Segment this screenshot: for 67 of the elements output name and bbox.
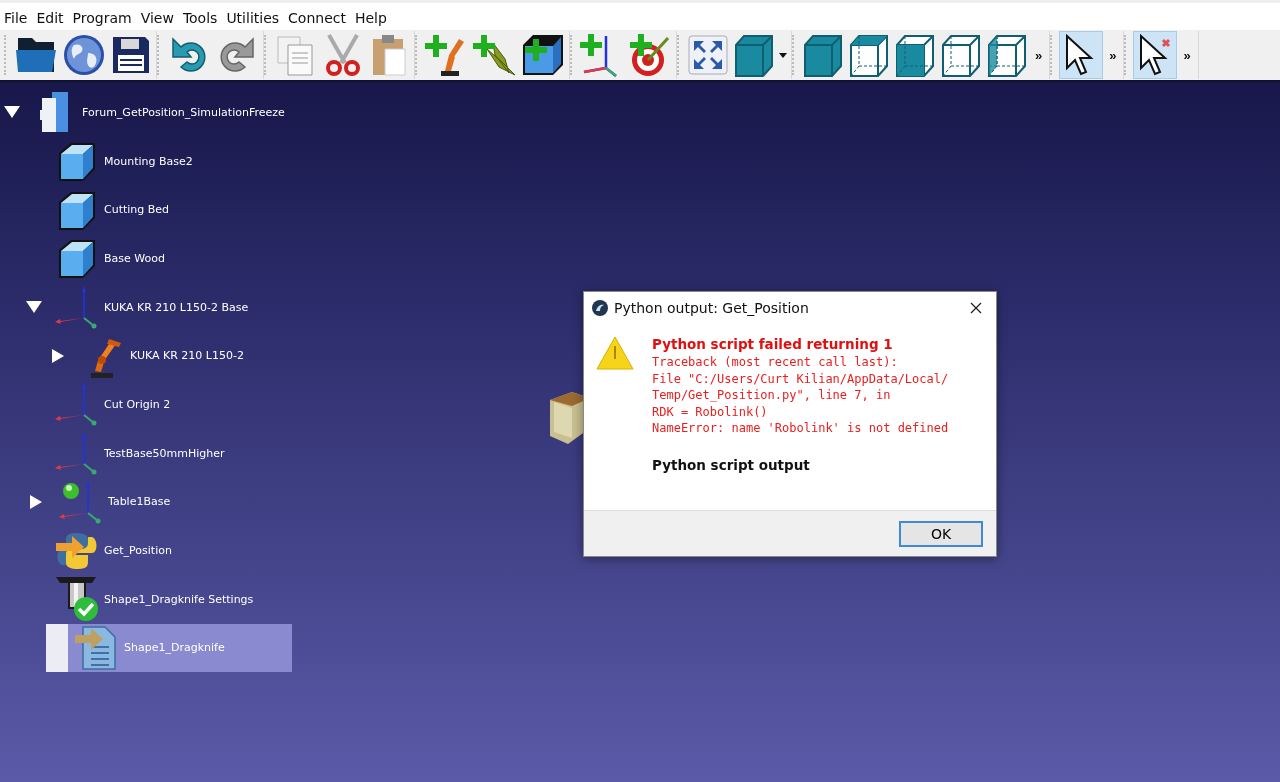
tree-item[interactable]: Table1Base xyxy=(22,477,292,527)
gripper-plus-icon xyxy=(473,33,517,77)
more-button[interactable]: » xyxy=(1105,47,1121,63)
output-heading: Python script output xyxy=(652,456,811,473)
tree-item-label: Table1Base xyxy=(108,495,171,509)
tree-item-label: Mounting Base2 xyxy=(104,154,193,168)
menu-item[interactable]: File xyxy=(4,10,36,26)
traceback-line: NameError: name 'Robolink' is not defined xyxy=(652,420,949,437)
expand-arrow-icon[interactable] xyxy=(30,494,42,509)
tree-item[interactable]: Cut Origin 2 xyxy=(22,380,292,429)
tree-item-label: TestBase50mmHigher xyxy=(104,446,225,460)
target-plus-icon xyxy=(628,32,672,78)
wireframe-cube-icon xyxy=(940,33,982,77)
wireframe-cube-icon xyxy=(894,33,936,77)
menu-item[interactable]: Edit xyxy=(36,10,72,26)
app-logo-icon xyxy=(592,300,608,316)
error-heading: Python script failed returning 1 xyxy=(652,336,894,352)
tree-item[interactable]: Base Wood xyxy=(22,234,292,283)
ok-button[interactable]: OK xyxy=(899,520,983,547)
tree-item[interactable]: Get_Position xyxy=(22,526,292,575)
wireframe-cube-icon xyxy=(848,33,890,77)
scissors-icon xyxy=(323,33,363,77)
tree-item-label: KUKA KR 210 L150-2 Base xyxy=(104,300,249,314)
menu-item[interactable]: Connect xyxy=(288,10,354,26)
collapse-arrow-icon[interactable] xyxy=(4,106,20,119)
tree-item-label: KUKA KR 210 L150-2 xyxy=(130,349,244,363)
tree-item-label: Cutting Bed xyxy=(104,203,170,217)
traceback-line: Traceback (most recent call last): xyxy=(652,354,899,371)
tool-check-icon xyxy=(54,575,100,624)
program-icon xyxy=(75,624,119,671)
dropdown-caret-icon xyxy=(779,52,787,58)
tree-item[interactable]: Forum_GetPosition_SimulationFreeze xyxy=(0,88,285,137)
tree-item-label: Shape1_Dragknife Settings xyxy=(104,592,254,606)
collapse-arrow-icon[interactable] xyxy=(26,301,42,314)
menu-item[interactable]: Utilities xyxy=(226,10,288,26)
tree-item[interactable]: KUKA KR 210 L150-2 xyxy=(44,331,314,381)
traceback-line: File "C:/Users/Curt Kilian/AppData/Local/ xyxy=(652,370,949,387)
warning-icon xyxy=(596,336,634,370)
wireframe-cube-icon xyxy=(986,33,1028,77)
tree-item[interactable]: Shape1_Dragknife Settings xyxy=(22,574,292,624)
dialog-title: Python output: Get_Position xyxy=(614,300,809,316)
close-icon[interactable] xyxy=(970,302,982,314)
menu-item[interactable]: Tools xyxy=(182,10,226,26)
tree-item-label: Get_Position xyxy=(104,544,172,558)
menu-item[interactable]: Program xyxy=(72,10,140,26)
globe-icon xyxy=(62,33,106,77)
toolbar-button[interactable] xyxy=(1059,31,1104,79)
tree-item-label: Shape1_Dragknife xyxy=(124,641,225,655)
menu-item[interactable]: View xyxy=(140,10,182,26)
more-button[interactable]: » xyxy=(1179,47,1195,63)
menu-item[interactable]: Help xyxy=(354,10,395,26)
traceback-line: RDK = Robolink() xyxy=(652,403,769,420)
solid-cube-icon xyxy=(733,33,775,77)
tree-item[interactable]: Mounting Base2 xyxy=(22,136,292,186)
toolbar-button[interactable] xyxy=(1133,31,1178,79)
fit-view-icon xyxy=(688,35,728,75)
more-button[interactable]: » xyxy=(1031,47,1047,63)
tree-item[interactable]: TestBase50mmHigher xyxy=(22,428,292,478)
tree-item[interactable]: Cutting Bed xyxy=(22,185,292,235)
tree-item-label: Cut Origin 2 xyxy=(104,397,171,411)
solid-cube-icon xyxy=(802,33,844,77)
tree-item-label: Forum_GetPosition_SimulationFreeze xyxy=(82,105,285,119)
tree-item[interactable]: KUKA KR 210 L150-2 Base xyxy=(22,282,292,332)
cube-plus-icon xyxy=(521,33,565,77)
expand-arrow-icon[interactable] xyxy=(52,348,64,363)
tree-item-label: Base Wood xyxy=(104,251,165,265)
traceback-line: Temp/Get_Position.py", line 7, in xyxy=(652,387,892,404)
